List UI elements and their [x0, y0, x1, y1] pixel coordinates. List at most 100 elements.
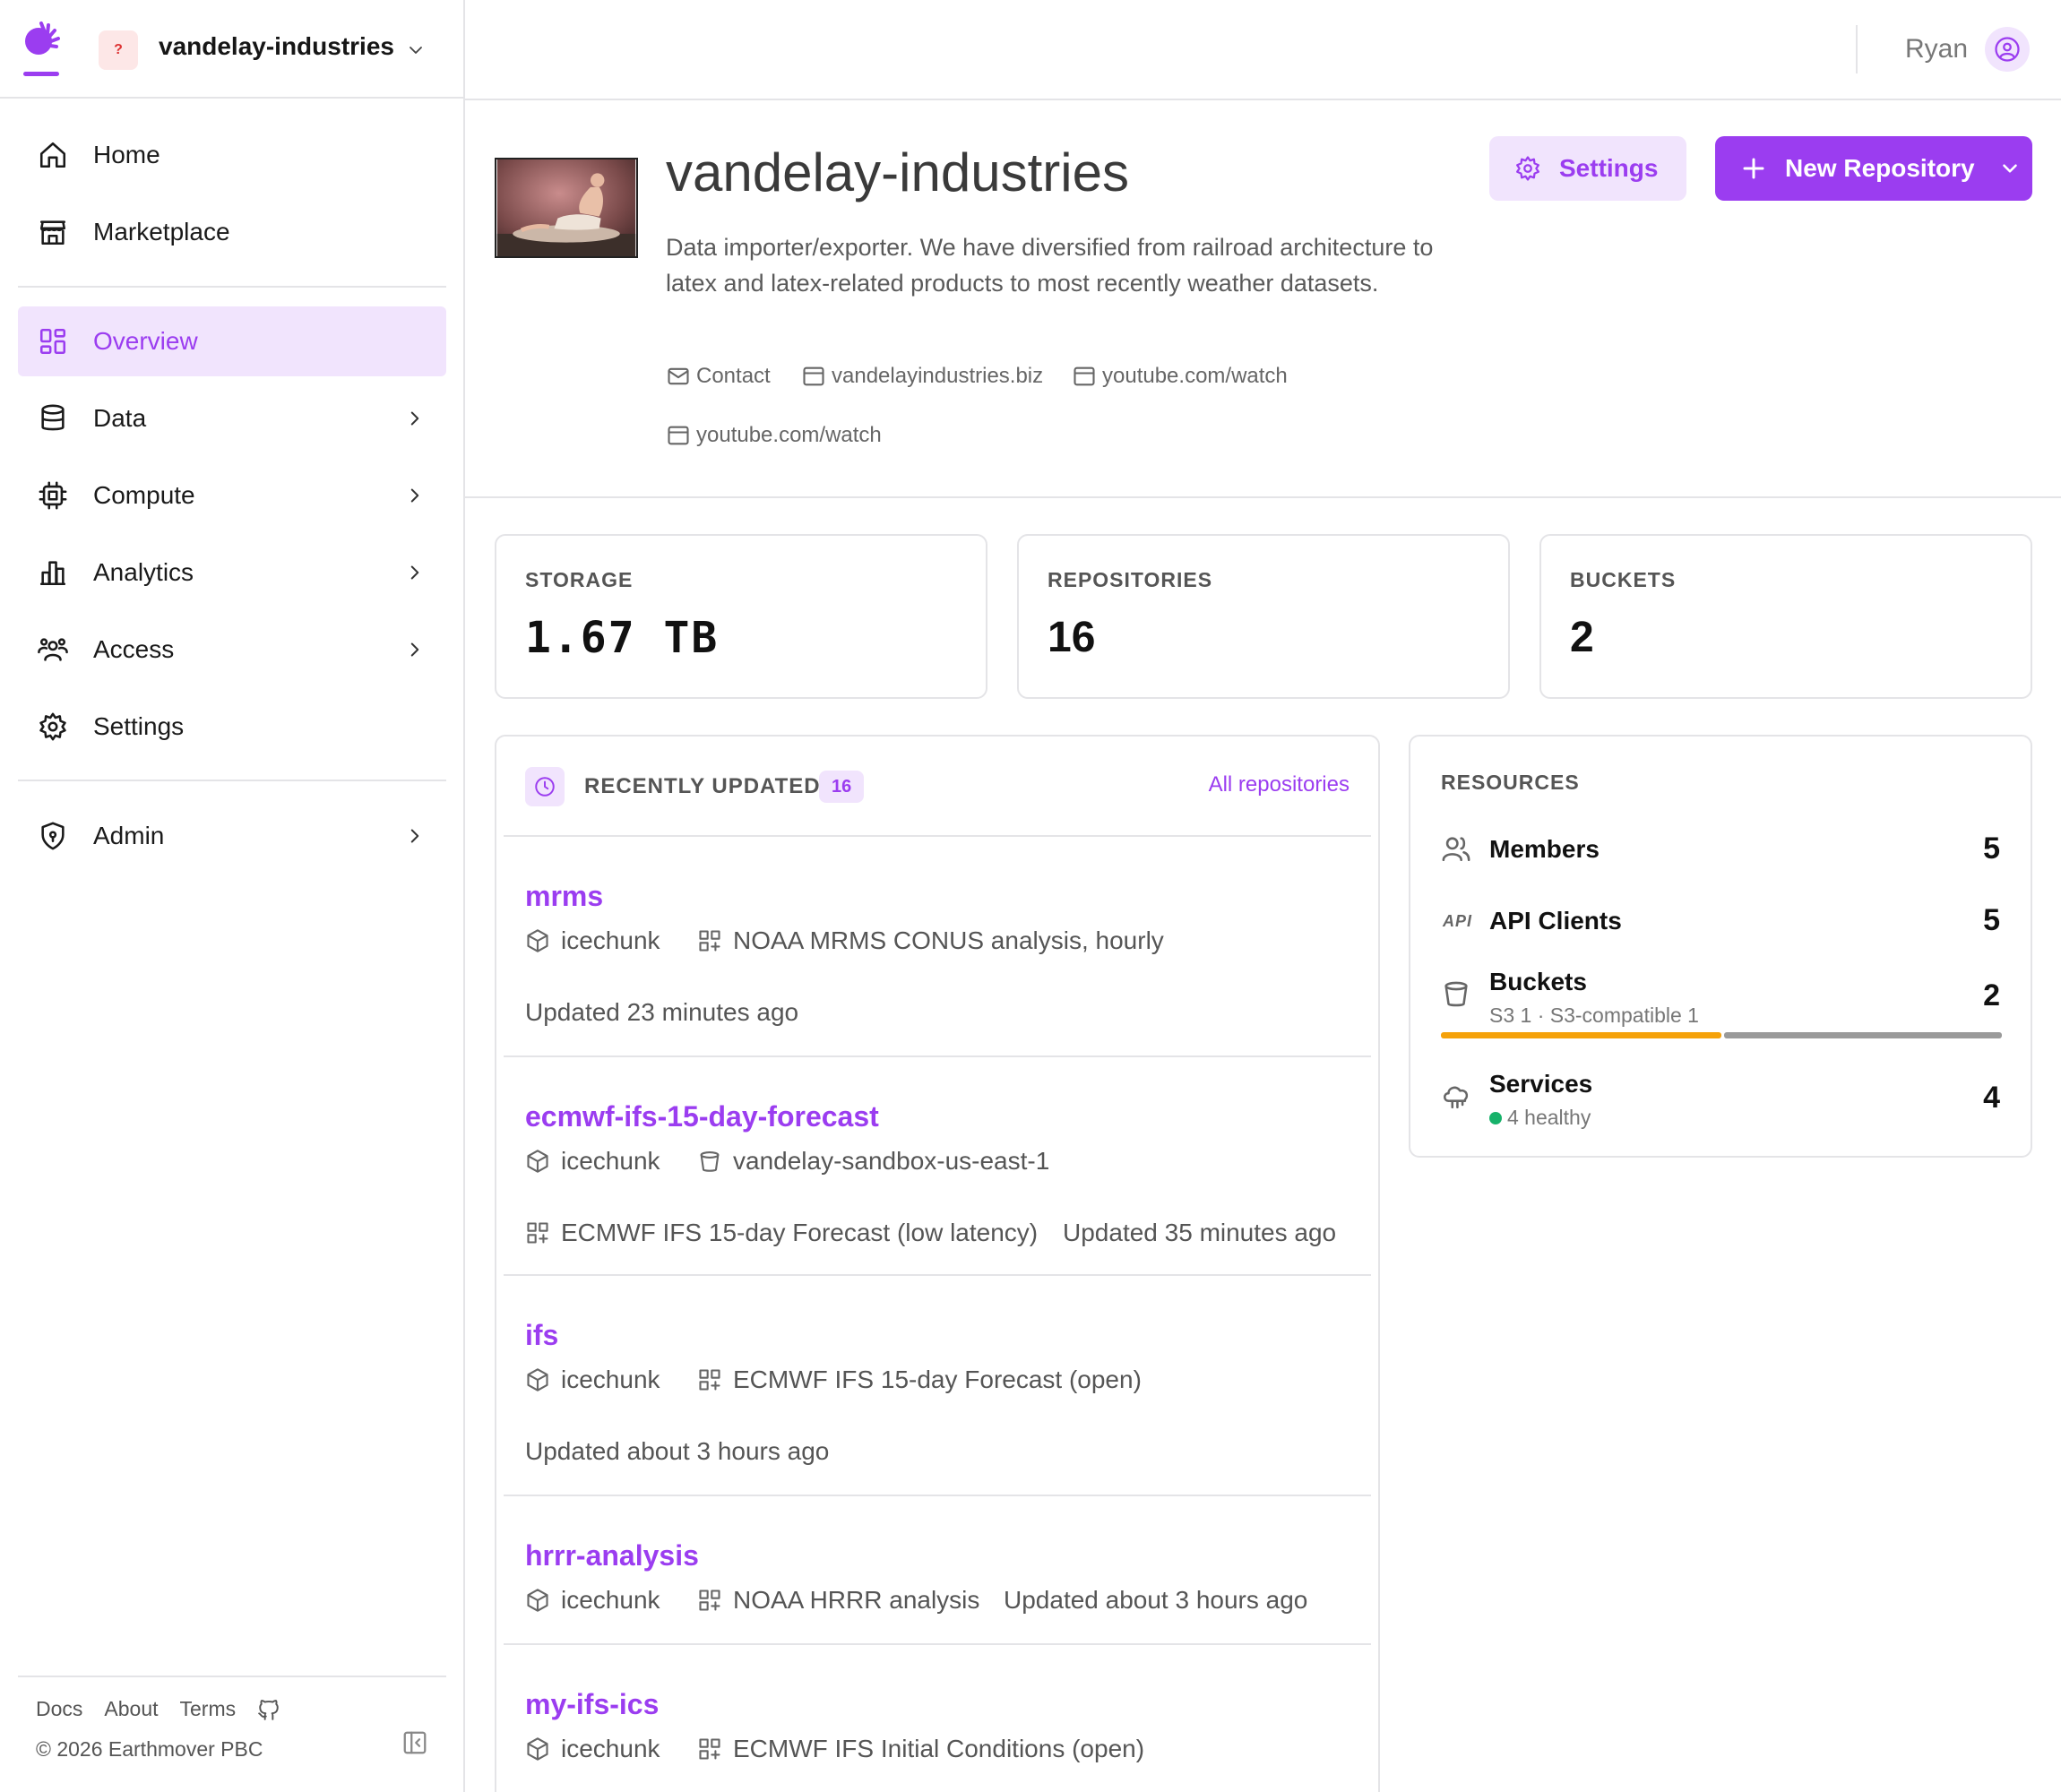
- chevron-right-icon: [410, 565, 419, 580]
- chevron-right-icon: [410, 488, 419, 503]
- repo-name-link[interactable]: ecmwf-ifs-15-day-forecast: [525, 1100, 879, 1133]
- docs-link[interactable]: Docs: [36, 1697, 82, 1721]
- gear-icon: [39, 712, 66, 741]
- contact-link[interactable]: Contact: [666, 364, 771, 389]
- buckets-value: 2: [1570, 614, 1594, 661]
- sidebar-item-label: Analytics: [93, 558, 194, 586]
- bucket-icon: [1444, 981, 1468, 1007]
- members-value: 5: [1983, 831, 2000, 866]
- copyright: © 2026 Earthmover PBC: [36, 1737, 263, 1761]
- repo-dataset: NOAA HRRR analysis: [697, 1586, 979, 1615]
- sidebar-item-admin[interactable]: Admin: [18, 801, 446, 871]
- sidebar-item-overview[interactable]: Overview: [18, 306, 446, 376]
- sidebar-item-compute[interactable]: Compute: [18, 461, 446, 530]
- api-clients-row[interactable]: API API Clients 5: [1410, 894, 2031, 950]
- services-row[interactable]: Services 4 healthy 4: [1410, 1063, 2031, 1143]
- buckets-row[interactable]: Buckets S3 1 · S3-compatible 1 2: [1410, 961, 2031, 1041]
- api-clients-value: 5: [1983, 903, 2000, 937]
- dataset-label: ECMWF IFS 15-day Forecast (low latency): [561, 1219, 1039, 1246]
- stat-label: STORAGE: [525, 568, 634, 591]
- repo-name-link[interactable]: ifs: [525, 1319, 558, 1352]
- repo-item[interactable]: hrrr-analysis icechunk NOAA HRRR analysi…: [496, 1496, 1378, 1643]
- youtube-link[interactable]: youtube.com/watch: [1072, 364, 1288, 389]
- new-repository-label: New Repository: [1785, 154, 1975, 182]
- repo-dataset: ECMWF IFS Initial Conditions (open): [697, 1735, 1144, 1763]
- earthmover-logo-icon[interactable]: [23, 20, 61, 59]
- repositories-card[interactable]: REPOSITORIES 16: [1017, 534, 1510, 699]
- sidebar-item-settings[interactable]: Settings: [18, 692, 446, 762]
- repo-name-link[interactable]: hrrr-analysis: [525, 1539, 699, 1572]
- store-icon: [39, 220, 66, 246]
- org-photo: [495, 158, 638, 258]
- repositories-value: 16: [1048, 614, 1096, 661]
- sidebar-item-label: Access: [93, 635, 175, 663]
- link-label: youtube.com/watch: [696, 423, 882, 447]
- services-healthy-label: 4 healthy: [1507, 1106, 1591, 1129]
- repo-name-link[interactable]: mrms: [525, 880, 603, 913]
- repo-format: icechunk: [525, 1366, 660, 1394]
- repo-item[interactable]: ifs icechunk ECMWF IFS 15-day Forecast (…: [496, 1276, 1378, 1495]
- chevron-down-icon[interactable]: [405, 39, 427, 61]
- repo-format: icechunk: [525, 1735, 660, 1763]
- all-repositories-link[interactable]: All repositories: [1209, 772, 1350, 797]
- link-label: Contact: [696, 364, 771, 388]
- members-row[interactable]: Members 5: [1410, 823, 2031, 878]
- recently-updated-panel: RECENTLY UPDATED 16 All repositories mrm…: [495, 735, 1380, 1792]
- cube-icon: [527, 1368, 548, 1391]
- new-repository-button[interactable]: New Repository: [1715, 136, 2032, 201]
- sidebar-item-label: Data: [93, 404, 147, 432]
- user-name[interactable]: Ryan: [1905, 34, 1968, 65]
- storage-value: 1.67 TB: [525, 613, 720, 663]
- sidebar-item-label: Overview: [93, 327, 198, 355]
- updated-label: Updated about 3 hours ago: [525, 1437, 830, 1465]
- about-link[interactable]: About: [104, 1697, 158, 1721]
- repo-item[interactable]: ecmwf-ifs-15-day-forecast icechunk vande…: [496, 1057, 1378, 1274]
- website-link[interactable]: vandelayindustries.biz: [801, 364, 1043, 389]
- recently-updated-title: RECENTLY UPDATED: [584, 774, 821, 798]
- user-avatar[interactable]: [1985, 27, 2030, 72]
- cube-icon: [527, 1589, 548, 1612]
- sidebar-item-label: Home: [93, 141, 160, 168]
- sidebar-divider: [18, 780, 446, 781]
- api-clients-label: API Clients: [1489, 907, 1622, 935]
- sidebar-item-access[interactable]: Access: [18, 615, 446, 685]
- database-icon: [41, 404, 65, 431]
- chevron-down-icon[interactable]: [1998, 157, 2022, 180]
- stat-label: BUCKETS: [1570, 568, 1677, 591]
- buckets-card[interactable]: BUCKETS 2: [1539, 534, 2032, 699]
- storage-card: STORAGE 1.67 TB: [495, 534, 987, 699]
- browser-icon: [668, 426, 689, 445]
- sidebar-item-label: Marketplace: [93, 218, 230, 246]
- github-icon[interactable]: [257, 1698, 280, 1721]
- stat-label: REPOSITORIES: [1048, 568, 1213, 591]
- repo-name-link[interactable]: my-ifs-ics: [525, 1688, 659, 1721]
- cube-icon: [527, 1737, 548, 1761]
- repo-bucket: vandelay-sandbox-us-east-1: [697, 1147, 1049, 1176]
- org-avatar: ?: [99, 30, 138, 70]
- org-switcher[interactable]: ? vandelay-industries: [0, 0, 463, 99]
- sidebar-item-analytics[interactable]: Analytics: [18, 538, 446, 607]
- settings-button[interactable]: Settings: [1489, 136, 1686, 201]
- repo-item[interactable]: mrms icechunk NOAA MRMS CONUS analysis, …: [496, 837, 1378, 1055]
- terms-link[interactable]: Terms: [180, 1697, 237, 1721]
- format-label: icechunk: [561, 1735, 660, 1762]
- logo-underline: [23, 72, 59, 76]
- sidebar-item-marketplace[interactable]: Marketplace: [18, 197, 446, 267]
- browser-icon: [1074, 366, 1095, 386]
- sidebar-footer-divider: [18, 1676, 446, 1677]
- gear-icon: [1516, 156, 1539, 181]
- youtube-link[interactable]: youtube.com/watch: [666, 423, 882, 448]
- org-name[interactable]: vandelay-industries: [159, 32, 394, 61]
- sidebar-item-data[interactable]: Data: [18, 383, 446, 453]
- shield-icon: [41, 822, 65, 850]
- repo-item[interactable]: my-ifs-ics icechunk ECMWF IFS Initial Co…: [496, 1645, 1378, 1792]
- cloud-icon: [1443, 1086, 1469, 1109]
- dataset-icon: [699, 1590, 720, 1611]
- buckets-breakdown: S3 1 · S3-compatible 1: [1489, 1004, 1699, 1027]
- sidebar-item-home[interactable]: Home: [18, 120, 446, 190]
- updated-label: Updated about 3 hours ago: [1004, 1586, 1308, 1614]
- collapse-sidebar-icon[interactable]: [401, 1729, 428, 1756]
- repo-format: icechunk: [525, 1147, 660, 1176]
- org-description: Data importer/exporter. We have diversif…: [666, 234, 1434, 297]
- chevron-right-icon: [410, 642, 419, 657]
